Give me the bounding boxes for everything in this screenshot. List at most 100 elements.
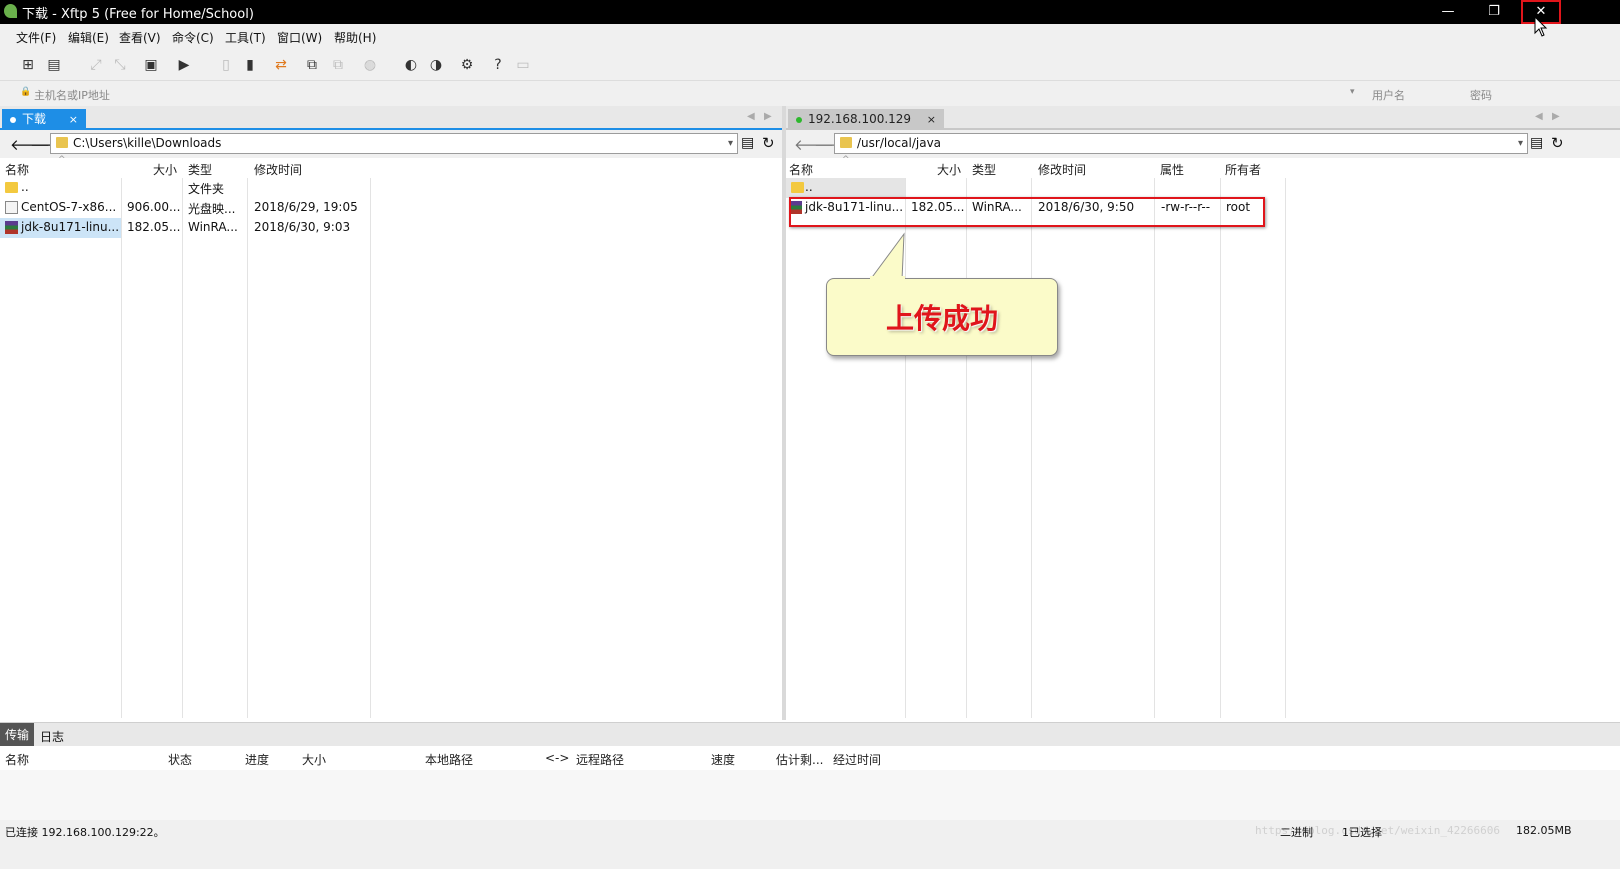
menu-help[interactable]: 帮助(H)	[334, 29, 376, 46]
folder-icon	[791, 182, 804, 193]
minimize-button[interactable]: —	[1425, 0, 1471, 24]
left-column-header: 名称 ^ 大小 类型 修改时间	[0, 155, 780, 178]
tab-transfer[interactable]: 传输	[0, 723, 34, 747]
path-dropdown-icon[interactable]: ▾	[1518, 134, 1523, 153]
menu-tools[interactable]: 工具(T)	[225, 29, 266, 46]
transfer-tab-strip: 传输 日志	[0, 722, 1620, 747]
gear-icon[interactable]: ⚙	[457, 55, 477, 75]
new-session-icon[interactable]: ⊞	[18, 55, 38, 75]
col-elapsed[interactable]: 经过时间	[833, 751, 881, 768]
paste-file-icon[interactable]: ▮	[240, 55, 260, 75]
open-folder-icon[interactable]: ▤	[741, 135, 754, 151]
username-input[interactable]: 用户名	[1372, 87, 1405, 103]
column-divider	[370, 158, 371, 718]
address-bar: 🔒 主机名或IP地址 ▾ 用户名 密码	[0, 80, 1620, 107]
table-row[interactable]: CentOS-7-x86... 906.00... 光盘映... 2018/6/…	[0, 198, 370, 218]
xftp-icon[interactable]: ◑	[426, 55, 446, 75]
column-divider	[182, 158, 183, 718]
menu-bar: 文件(F) 编辑(E) 查看(V) 命令(C) 工具(T) 窗口(W) 帮助(H…	[0, 24, 1620, 50]
properties-icon[interactable]: ▣	[141, 55, 161, 75]
callout-pointer	[869, 232, 905, 281]
tab-close-icon[interactable]: ×	[927, 109, 936, 130]
col-status[interactable]: 状态	[168, 751, 192, 768]
menu-window[interactable]: 窗口(W)	[277, 29, 322, 46]
transfer-icon[interactable]: ⇄	[271, 55, 291, 75]
disconnect-icon[interactable]: ⤡	[110, 55, 130, 75]
table-row[interactable]: jdk-8u171-linu... 182.05... WinRA... 201…	[0, 218, 370, 238]
tab-scroll-left-icon[interactable]: ◀	[1535, 111, 1543, 122]
tab-remote-session[interactable]: 192.168.100.129 ×	[788, 109, 944, 130]
lock-icon: 🔒	[20, 87, 32, 97]
left-path-bar: 🡐 🡒 C:\Users\kille\Downloads ▾ ▤ ↻	[0, 130, 782, 158]
col-attr[interactable]: 属性	[1160, 161, 1184, 178]
restore-button[interactable]: ❐	[1471, 0, 1517, 24]
folder-icon	[840, 137, 852, 148]
table-row[interactable]: .. 文件夹	[0, 178, 370, 198]
help-icon[interactable]: ?	[488, 55, 508, 75]
col-name[interactable]: 名称	[5, 161, 29, 178]
menu-file[interactable]: 文件(F)	[16, 29, 56, 46]
column-divider	[247, 158, 248, 718]
callout-text: 上传成功	[885, 302, 998, 335]
col-speed[interactable]: 速度	[711, 751, 735, 768]
tab-scroll-right-icon[interactable]: ▶	[764, 111, 772, 122]
refresh-icon[interactable]: ↻	[762, 134, 775, 152]
col-mtime[interactable]: 修改时间	[1038, 161, 1086, 178]
col-progress[interactable]: 进度	[245, 751, 269, 768]
compare-icon[interactable]: ⧉	[328, 55, 348, 75]
table-row[interactable]: ..	[786, 178, 905, 198]
globe-icon[interactable]: ◍	[360, 55, 380, 75]
host-input[interactable]: 主机名或IP地址	[34, 87, 110, 103]
host-dropdown-icon[interactable]: ▾	[1350, 87, 1355, 97]
right-path-input[interactable]: /usr/local/java ▾	[834, 133, 1528, 154]
rar-archive-icon	[5, 221, 18, 234]
sync-icon[interactable]: ⧉	[302, 55, 322, 75]
col-type[interactable]: 类型	[972, 161, 996, 178]
selection-size: 182.05MB	[1516, 824, 1572, 837]
open-folder-icon[interactable]: ▤	[1530, 135, 1543, 151]
path-dropdown-icon[interactable]: ▾	[728, 134, 733, 153]
chat-icon[interactable]: ▭	[513, 55, 533, 75]
left-path-input[interactable]: C:\Users\kille\Downloads ▾	[50, 133, 738, 154]
toolbar: ⊞ ▤ ⤢ ⤡ ▣ ▶ ▯ ▮ ⇄ ⧉ ⧉ ◍ ◐ ◑ ⚙ ? ▭	[0, 50, 1620, 80]
password-input[interactable]: 密码	[1470, 87, 1492, 103]
col-direction[interactable]: <->	[545, 751, 569, 765]
col-eta[interactable]: 估计剩...	[776, 751, 823, 768]
col-remote-path[interactable]: 远程路径	[576, 751, 624, 768]
tab-scroll-right-icon[interactable]: ▶	[1552, 111, 1560, 122]
col-owner[interactable]: 所有者	[1225, 161, 1261, 178]
tab-label: 下载	[22, 112, 47, 126]
tab-dot-icon	[10, 116, 16, 123]
column-divider	[121, 158, 122, 718]
selection-count: 1已选择	[1342, 826, 1382, 839]
file-type: WinRA...	[188, 220, 238, 234]
col-name[interactable]: 名称	[5, 751, 29, 768]
col-size[interactable]: 大小	[302, 751, 326, 768]
play-icon[interactable]: ▶	[174, 55, 194, 75]
connection-status: 已连接 192.168.100.129:22。	[5, 826, 165, 839]
col-name[interactable]: 名称	[789, 161, 813, 178]
col-mtime[interactable]: 修改时间	[254, 161, 302, 178]
connect-icon[interactable]: ⤢	[86, 55, 106, 75]
file-size: 182.05...	[127, 220, 181, 234]
tab-close-icon[interactable]: ×	[69, 109, 78, 130]
file-name: ..	[21, 180, 29, 194]
refresh-icon[interactable]: ↻	[1551, 134, 1564, 152]
tab-log[interactable]: 日志	[40, 728, 64, 745]
menu-command[interactable]: 命令(C)	[172, 29, 214, 46]
menu-edit[interactable]: 编辑(E)	[68, 29, 109, 46]
col-local-path[interactable]: 本地路径	[425, 751, 473, 768]
open-folder-icon[interactable]: ▤	[44, 55, 64, 75]
col-size[interactable]: 大小	[937, 161, 961, 178]
left-file-list: 名称 ^ 大小 类型 修改时间 .. 文件夹 CentOS-7-x86... 9…	[0, 155, 780, 718]
col-type[interactable]: 类型	[188, 161, 212, 178]
sort-up-icon: ^	[58, 155, 66, 165]
menu-view[interactable]: 查看(V)	[119, 29, 161, 46]
col-size[interactable]: 大小	[153, 161, 177, 178]
column-divider	[1220, 158, 1221, 718]
tab-scroll-left-icon[interactable]: ◀	[747, 111, 755, 122]
file-mtime: 2018/6/30, 9:03	[254, 220, 351, 234]
tab-local-downloads[interactable]: 下载 ×	[2, 109, 86, 130]
copy-file-icon[interactable]: ▯	[216, 55, 236, 75]
xshell-icon[interactable]: ◐	[401, 55, 421, 75]
